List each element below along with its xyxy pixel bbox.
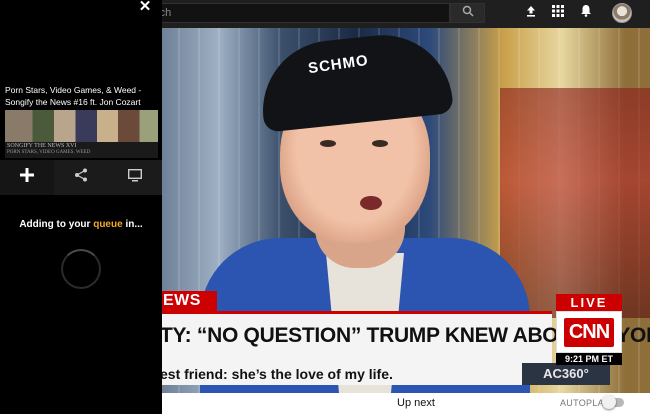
ticker-text: est friend: she’s the love of my life.	[160, 366, 393, 382]
person-eye-right	[372, 140, 388, 147]
video-player[interactable]: SCHMO EWS TY: “NO QUESTION” TRUMP KNEW A…	[160, 28, 650, 393]
autoplay-toggle-knob[interactable]	[602, 395, 616, 409]
search-icon	[462, 4, 474, 22]
thumbnail-image	[5, 110, 158, 142]
broadcast-time: 9:21 PM ET	[556, 353, 622, 365]
apps-grid-icon	[552, 4, 564, 22]
plus-icon	[20, 168, 34, 187]
search-button[interactable]	[450, 3, 485, 23]
headline-bar: TY: “NO QUESTION” TRUMP KNEW ABOUT PAYOF…	[160, 311, 650, 363]
loading-spinner	[61, 249, 101, 289]
upload-icon	[525, 4, 537, 22]
tv-icon	[127, 168, 143, 187]
share-icon	[74, 168, 88, 187]
network-logo-box: CNN	[556, 311, 622, 353]
search-input[interactable]: rch	[150, 3, 450, 23]
up-next-label: Up next	[397, 397, 435, 409]
queue-status-suffix: in...	[122, 219, 143, 230]
news-tag: EWS	[160, 291, 217, 311]
queue-status-prefix: Adding to your	[19, 219, 94, 230]
action-bar	[0, 160, 162, 195]
close-icon[interactable]: ✕	[138, 0, 152, 14]
video-thumbnail[interactable]: SONGIFY THE NEWS XVI PORN STARS, VIDEO G…	[5, 110, 158, 158]
share-button[interactable]	[54, 160, 108, 195]
cast-button[interactable]	[108, 160, 162, 195]
thumbnail-caption-subtitle: PORN STARS, VIDEO GAMES, WEED	[7, 150, 91, 155]
notifications-button[interactable]	[578, 5, 594, 21]
apps-button[interactable]	[550, 5, 566, 21]
live-badge: LIVE	[556, 294, 622, 311]
cnn-logo: CNN	[563, 317, 615, 347]
add-button[interactable]	[0, 160, 54, 195]
show-badge: AC360°	[522, 363, 610, 385]
queue-link[interactable]: queue	[93, 219, 122, 230]
thumbnail-caption-title: SONGIFY THE NEWS XVI	[7, 143, 77, 149]
below-player-strip: Up next AUTOPLAY	[160, 393, 650, 414]
video-title: Porn Stars, Video Games, & Weed - Songif…	[5, 85, 142, 107]
add-to-queue-panel: ✕ Porn Stars, Video Games, & Weed - Song…	[0, 0, 162, 414]
queue-status-text: Adding to your queue in...	[0, 219, 162, 230]
bell-icon	[580, 4, 592, 22]
person-mouth	[360, 196, 382, 210]
upload-button[interactable]	[523, 5, 539, 21]
app-root: rch SCHMO EWS TY: “NO QUESTION” TRUMP KN…	[0, 0, 650, 414]
ticker-bar: est friend: she’s the love of my life.	[160, 363, 522, 385]
avatar[interactable]	[612, 3, 632, 23]
person-eye-left	[320, 140, 336, 147]
